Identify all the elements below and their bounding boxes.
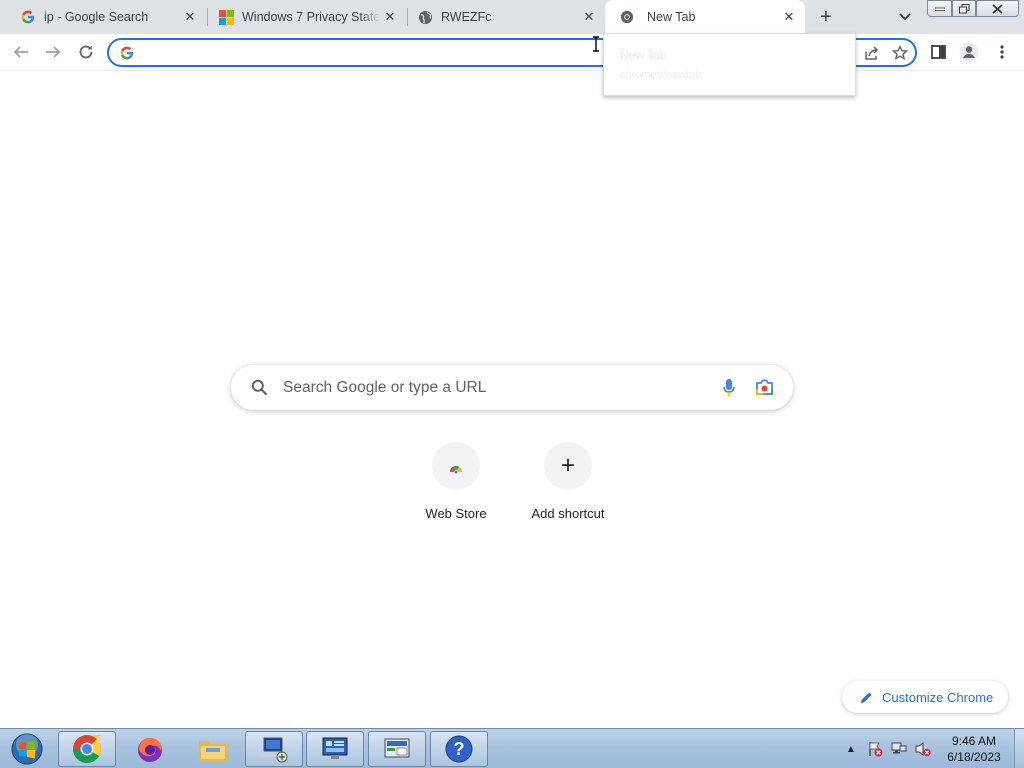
help-icon: ?	[445, 735, 473, 763]
reload-button[interactable]	[74, 40, 98, 64]
minimize-button[interactable]	[927, 0, 952, 17]
tab-close-icon[interactable]: ✕	[180, 7, 200, 27]
side-panel-icon[interactable]	[927, 41, 949, 63]
taskbar-display-settings[interactable]	[368, 731, 426, 767]
taskbar-chrome[interactable]	[58, 731, 116, 767]
restore-button[interactable]	[952, 0, 976, 17]
hover-card-title: New Tab	[620, 48, 667, 62]
firefox-icon	[138, 738, 162, 762]
taskbar-file-explorer[interactable]	[184, 731, 242, 767]
customize-label: Customize Chrome	[882, 689, 994, 705]
svg-text:?: ?	[454, 739, 465, 759]
start-button[interactable]	[4, 731, 50, 767]
back-arrow-icon	[13, 46, 28, 58]
tab-search-chevron-icon[interactable]	[894, 6, 916, 28]
browser-toolbar	[0, 34, 1024, 71]
file-explorer-icon	[199, 741, 227, 761]
bookmark-star-icon[interactable]	[891, 44, 909, 62]
tab-windows-privacy[interactable]: Windows 7 Privacy Statement ✕	[198, 0, 406, 34]
google-lens-icon[interactable]	[753, 378, 775, 398]
windows-start-orb-icon	[11, 733, 43, 765]
google-g-icon	[20, 9, 36, 25]
new-tab-button[interactable]: +	[815, 6, 837, 28]
reload-icon	[79, 45, 93, 59]
network-computer-icon	[259, 737, 288, 763]
tab-title: ip - Google Search	[44, 10, 149, 24]
plus-icon: +	[544, 442, 592, 490]
taskbar-help[interactable]: ?	[430, 731, 488, 767]
forward-arrow-icon	[46, 46, 61, 58]
omnibox-actions	[863, 44, 909, 62]
shortcut-add[interactable]: + Add shortcut	[512, 442, 624, 532]
ntp-search-box[interactable]: Search Google or type a URL	[231, 365, 793, 410]
tab-close-icon[interactable]: ✕	[579, 7, 599, 27]
tab-hover-card: New Tab chrome://newtab	[603, 33, 856, 96]
back-button[interactable]	[9, 40, 33, 64]
search-icon	[249, 378, 269, 398]
show-desktop-button[interactable]	[1014, 729, 1024, 768]
taskbar-firefox[interactable]	[121, 731, 179, 767]
action-center-flag-icon[interactable]	[866, 740, 884, 758]
globe-icon	[417, 9, 433, 25]
control-panel-icon	[322, 737, 348, 759]
shortcut-label: Add shortcut	[531, 506, 605, 521]
forward-button[interactable]	[41, 40, 65, 64]
close-window-button[interactable]	[976, 0, 1019, 17]
pencil-icon	[858, 689, 874, 705]
web-store-icon	[432, 442, 480, 490]
shortcut-label: Web Store	[425, 506, 487, 521]
taskbar-network-computer[interactable]	[245, 731, 303, 767]
shortcut-web-store[interactable]: Web Store	[400, 442, 512, 532]
clock-date: 6/18/2023	[947, 750, 1001, 764]
tab-strip: ip - Google Search ✕ Windows 7 Privacy S…	[0, 0, 1024, 34]
chrome-icon	[619, 9, 635, 25]
volume-muted-icon[interactable]	[914, 740, 932, 758]
tab-new-tab[interactable]: New Tab ✕	[605, 0, 805, 34]
tab-rwezfc[interactable]: RWEZFc ✕	[397, 0, 605, 34]
network-status-icon[interactable]	[890, 740, 908, 758]
text-cursor-icon	[593, 36, 599, 52]
window-controls	[927, 0, 1019, 18]
taskbar-clock[interactable]: 9:46 AM 6/18/2023	[938, 733, 1010, 765]
ntp-search-placeholder: Search Google or type a URL	[283, 378, 487, 396]
display-settings-icon	[384, 738, 410, 758]
windows-taskbar: ? ▲ 9:46 AM 6/18/2023	[0, 728, 1024, 768]
chrome-menu-icon[interactable]	[991, 41, 1013, 63]
browser-window: ip - Google Search ✕ Windows 7 Privacy S…	[0, 0, 1024, 768]
show-hidden-icons-chevron-icon[interactable]: ▲	[842, 740, 860, 758]
hover-card-url: chrome://newtab	[620, 69, 702, 81]
share-icon[interactable]	[863, 44, 881, 62]
customize-chrome-button[interactable]: Customize Chrome	[842, 681, 1008, 713]
chrome-icon	[73, 735, 101, 763]
tab-title: RWEZFc	[441, 10, 492, 24]
system-tray: ▲	[842, 729, 938, 768]
profile-avatar-icon[interactable]	[958, 41, 980, 63]
taskbar-control-panel[interactable]	[306, 731, 364, 767]
tab-title: Windows 7 Privacy Statement	[242, 10, 380, 24]
google-g-icon	[120, 46, 134, 60]
clock-time: 9:46 AM	[951, 734, 997, 748]
tab-close-icon[interactable]: ✕	[779, 7, 799, 27]
microsoft-logo-icon	[218, 9, 234, 25]
tab-title: New Tab	[647, 10, 696, 24]
voice-search-mic-icon[interactable]	[719, 377, 739, 399]
tab-google-search[interactable]: ip - Google Search ✕	[0, 0, 206, 34]
